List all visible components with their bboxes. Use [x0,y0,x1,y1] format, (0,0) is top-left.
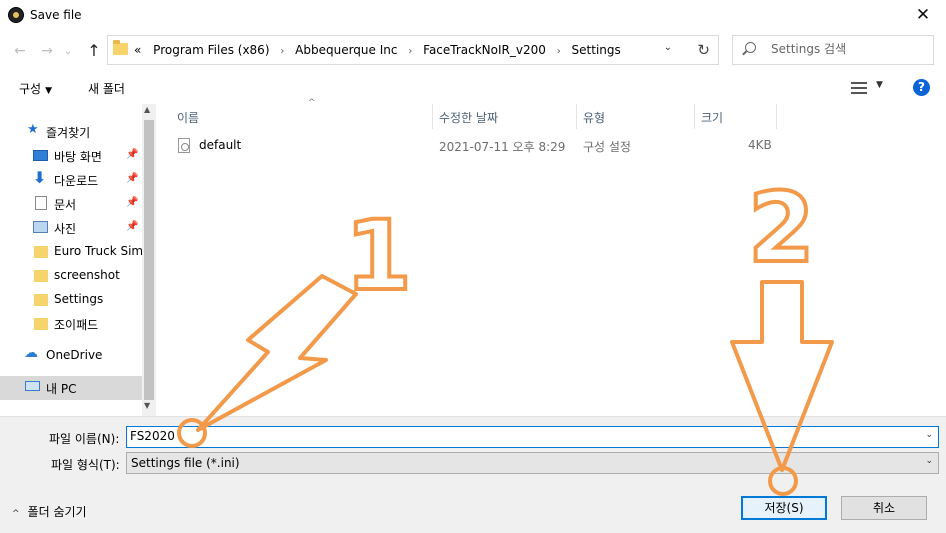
view-options-icon[interactable] [851,82,867,94]
navigation-pane: ★ 즐겨찾기 바탕 화면 📌 ⬇ 다운로드 📌 문서 📌 사진 📌 Euro T… [0,104,158,416]
folder-icon [34,318,48,330]
cancel-button[interactable]: 취소 [841,496,927,520]
sidebar-item-documents[interactable]: 문서 📌 [0,192,142,216]
filetype-label: 파일 형식(T): [51,458,120,472]
pin-icon: 📌 [126,197,139,208]
chevron-right-icon[interactable]: › [408,46,412,57]
chevron-right-icon[interactable]: › [280,46,284,57]
download-icon: ⬇ [33,168,47,187]
up-arrow-icon[interactable]: ↑ [85,42,103,60]
refresh-icon[interactable]: ↻ [697,41,710,59]
star-icon: ★ [27,122,39,137]
folder-icon [34,246,48,258]
sidebar-item-folder[interactable]: 조이패드 [0,312,142,336]
breadcrumb-item[interactable]: Abbequerque Inc [295,43,397,57]
onedrive-icon: ☁ [24,345,38,361]
folder-icon [113,40,128,55]
pin-icon: 📌 [126,149,139,160]
column-header-size[interactable]: 크기 [695,104,777,129]
sidebar-item-folder[interactable]: screenshot [0,264,142,288]
back-arrow-icon[interactable]: ← [11,42,29,60]
search-input[interactable] [771,42,921,56]
caret-down-icon[interactable]: ▼ [876,80,883,90]
breadcrumb: « Program Files (x86) › Abbequerque Inc … [134,43,621,57]
filename-input[interactable] [130,429,890,443]
window-title: Save file [30,8,82,22]
save-button[interactable]: 저장(S) [741,496,827,520]
scrollbar-thumb[interactable] [144,120,154,400]
pictures-icon [33,221,48,233]
breadcrumb-overflow[interactable]: « [134,43,141,57]
column-header-type[interactable]: 유형 [577,104,695,129]
annotation-label-2: 2 [746,172,817,284]
sidebar-item-folder[interactable]: Settings [0,288,142,312]
address-bar[interactable]: « Program Files (x86) › Abbequerque Inc … [107,35,719,65]
app-icon [8,7,24,23]
scroll-up-icon[interactable]: ▲ [144,105,150,114]
close-button[interactable]: ✕ [900,0,946,32]
breadcrumb-item[interactable]: Program Files (x86) [153,43,269,57]
sidebar-item-downloads[interactable]: ⬇ 다운로드 📌 [0,168,142,192]
settings-file-icon [178,138,190,153]
sidebar-item-pictures[interactable]: 사진 📌 [0,216,142,240]
file-name: default [199,138,242,152]
column-header-name[interactable]: 이름 ^ [171,98,433,129]
filetype-value: Settings file (*.ini) [131,456,240,470]
toolbar: 구성 ▼ 새 폴더 [0,70,946,104]
breadcrumb-item[interactable]: Settings [572,43,621,57]
help-icon[interactable]: ? [913,79,930,96]
sort-ascending-icon: ^ [308,98,316,108]
document-icon [35,196,47,210]
filetype-select[interactable]: Settings file (*.ini) ⌄ [126,452,939,474]
sidebar-item-favorites[interactable]: ★ 즐겨찾기 [0,120,142,144]
filename-field[interactable]: ⌄ [126,426,939,448]
file-list: 이름 ^ 수정한 날짜 유형 크기 default 2021-07-11 오후 … [158,98,946,416]
annotation-label-1: 1 [343,200,414,312]
sidebar-item-onedrive[interactable]: ☁ OneDrive [0,344,142,368]
hide-folders-label: 폴더 숨기기 [27,505,87,519]
file-modified: 2021-07-11 오후 8:29 [439,140,566,154]
recent-locations-icon[interactable]: ⌄ [59,42,77,60]
organize-label: 구성 [19,82,42,96]
filename-label: 파일 이름(N): [49,432,120,446]
search-box[interactable] [732,35,934,65]
pc-icon [25,381,40,391]
file-size: 4KB [748,138,772,152]
new-folder-button[interactable]: 새 폴더 [88,80,125,97]
folder-icon [34,294,48,306]
pin-icon: 📌 [126,173,139,184]
pin-icon: 📌 [126,221,139,232]
chevron-right-icon[interactable]: › [557,46,561,57]
hide-folders-toggle[interactable]: ^ 폴더 숨기기 [12,503,87,520]
file-type: 구성 설정 [583,140,631,154]
forward-arrow-icon[interactable]: → [38,42,56,60]
organize-button[interactable]: 구성 ▼ [19,80,52,97]
table-row[interactable]: default 2021-07-11 오후 8:29 구성 설정 4KB [170,134,772,156]
folder-icon [34,270,48,282]
sidebar-item-desktop[interactable]: 바탕 화면 📌 [0,144,142,168]
chevron-down-icon[interactable]: ⌄ [925,430,933,440]
desktop-icon [33,150,48,161]
search-icon [745,42,756,53]
chevron-down-icon[interactable]: ⌄ [925,456,933,466]
column-header-modified[interactable]: 수정한 날짜 [433,104,577,129]
sidebar-item-folder[interactable]: Euro Truck Simu [0,240,151,264]
chevron-up-icon: ^ [12,509,20,519]
chevron-down-icon[interactable]: ⌄ [664,42,672,53]
title-bar: Save file ✕ [0,0,946,32]
sidebar-item-this-pc[interactable]: 내 PC [0,376,142,400]
scroll-down-icon[interactable]: ▼ [144,401,150,410]
caret-down-icon: ▼ [45,86,53,96]
breadcrumb-item[interactable]: FaceTrackNoIR_v200 [423,43,546,57]
